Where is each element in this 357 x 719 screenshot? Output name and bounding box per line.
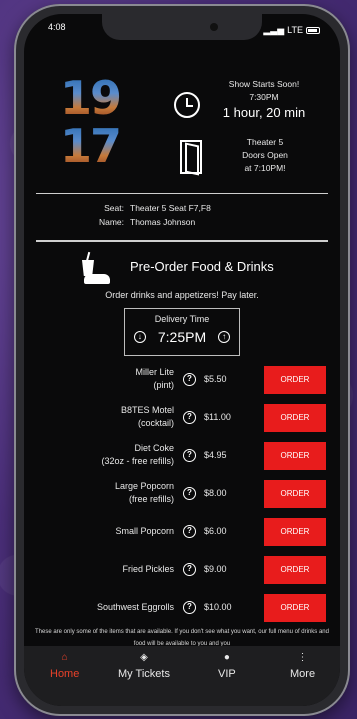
status-time: 4:08 <box>48 22 66 32</box>
info-icon[interactable]: ? <box>183 487 196 500</box>
tab-my-tickets[interactable]: ◈ My Tickets <box>118 652 170 680</box>
time-down-icon[interactable]: ↓ <box>133 331 146 343</box>
delivery-time-value: 7:25PM <box>157 329 207 345</box>
menu-disclaimer: These are only some of the items that ar… <box>35 629 329 646</box>
movie-poster[interactable]: 19 17 <box>60 71 122 184</box>
food-drink-icon <box>80 251 112 284</box>
preorder-title: Pre-Order Food & Drinks <box>130 259 274 274</box>
theater-info: Theater 5 Doors Open at 7:10PM! <box>220 136 310 175</box>
info-icon[interactable]: ? <box>183 525 196 538</box>
menu-item: Small Popcorn ? $6.00 ORDER <box>24 516 340 548</box>
item-price: $9.00 <box>204 564 227 574</box>
item-detail: (32oz - free refills) <box>101 456 174 466</box>
showtime-info: Show Starts Soon! 7:30PM 1 hour, 20 min <box>204 78 324 121</box>
doors-open-label: Doors Open <box>242 150 288 160</box>
order-button[interactable]: ORDER <box>264 480 326 508</box>
app-screen: 4:08 ▂▃▅ LTE 19 17 Show Starts Soon! 7:3… <box>24 14 340 706</box>
tab-vip[interactable]: ● VIP <box>218 652 236 680</box>
item-name: Large Popcorn <box>114 481 174 491</box>
tab-more[interactable]: ⋮ More <box>290 652 315 680</box>
home-icon: ⌂ <box>61 652 68 663</box>
item-name: B8TES Motel <box>120 405 174 415</box>
show-header: 19 17 Show Starts Soon! 7:30PM 1 hour, 2… <box>24 54 340 186</box>
item-price: $4.95 <box>204 450 227 460</box>
menu-item: Large Popcorn (free refills) ? $8.00 ORD… <box>24 478 340 510</box>
seat-info: Seat: Theater 5 Seat F7,F8 Name: Thomas … <box>24 201 340 229</box>
order-button[interactable]: ORDER <box>264 404 326 432</box>
item-price: $6.00 <box>204 526 227 536</box>
menu-item: Diet Coke (32oz - free refills) ? $4.95 … <box>24 440 340 472</box>
signal-icon: ▂▃▅ <box>263 24 285 35</box>
item-name: Miller Lite <box>135 367 174 377</box>
show-time: 7:30PM <box>249 92 279 102</box>
info-icon[interactable]: ? <box>183 373 196 386</box>
divider <box>36 240 328 242</box>
clock-icon <box>174 92 200 118</box>
seat-value: Theater 5 Seat F7,F8 <box>130 203 211 213</box>
tab-label: My Tickets <box>118 668 170 680</box>
order-button[interactable]: ORDER <box>264 594 326 622</box>
tab-label: VIP <box>218 668 236 680</box>
battery-icon <box>306 26 320 34</box>
bottom-tab-bar: ⌂ Home ◈ My Tickets ● VIP ⋮ More <box>24 646 340 706</box>
network-label: LTE <box>287 25 303 35</box>
menu-item: Fried Pickles ? $9.00 ORDER <box>24 554 340 586</box>
item-name: Southwest Eggrolls <box>96 602 174 612</box>
item-detail: (pint) <box>153 380 174 390</box>
show-starts-label: Show Starts Soon! <box>228 79 300 89</box>
menu-item: B8TES Motel (cocktail) ? $11.00 ORDER <box>24 402 340 434</box>
info-icon[interactable]: ? <box>183 601 196 614</box>
item-price: $8.00 <box>204 488 227 498</box>
info-icon[interactable]: ? <box>183 449 196 462</box>
divider <box>36 193 328 194</box>
item-price: $11.00 <box>204 412 231 422</box>
item-detail: (free refills) <box>128 494 174 504</box>
item-name: Fried Pickles <box>122 564 174 574</box>
poster-bottom-number: 17 <box>60 119 122 173</box>
more-icon: ⋮ <box>297 652 308 663</box>
status-bar: 4:08 ▂▃▅ LTE <box>48 22 320 38</box>
order-button[interactable]: ORDER <box>264 556 326 584</box>
item-price: $10.00 <box>204 602 232 612</box>
tab-label: Home <box>50 668 80 680</box>
item-name: Small Popcorn <box>115 526 174 536</box>
item-price: $5.50 <box>204 374 227 384</box>
poster-top-number: 19 <box>60 71 122 125</box>
theater-name: Theater 5 <box>246 137 284 147</box>
name-value: Thomas Johnson <box>130 217 196 227</box>
show-countdown: 1 hour, 20 min <box>222 105 306 120</box>
preorder-subtitle: Order drinks and appetizers! Pay later. <box>105 290 259 300</box>
person-icon: ● <box>223 652 230 663</box>
item-name: Diet Coke <box>134 443 174 453</box>
time-up-icon[interactable]: ↑ <box>218 331 231 343</box>
tab-label: More <box>290 668 316 680</box>
item-detail: (cocktail) <box>137 418 174 428</box>
doors-open-time: at 7:10PM! <box>244 163 286 173</box>
ticket-icon: ◈ <box>140 652 148 663</box>
order-button[interactable]: ORDER <box>264 366 326 394</box>
tab-home[interactable]: ⌂ Home <box>50 652 79 680</box>
seat-label: Seat: <box>104 203 124 213</box>
info-icon[interactable]: ? <box>183 563 196 576</box>
menu-item: Southwest Eggrolls ? $10.00 ORDER <box>24 592 340 624</box>
phone-frame: 4:08 ▂▃▅ LTE 19 17 Show Starts Soon! 7:3… <box>14 4 350 716</box>
info-icon[interactable]: ? <box>183 411 196 424</box>
order-button[interactable]: ORDER <box>264 442 326 470</box>
name-label: Name: <box>98 217 124 227</box>
order-button[interactable]: ORDER <box>264 518 326 546</box>
delivery-time-picker: Delivery Time ↓ 7:25PM ↑ <box>124 308 240 356</box>
delivery-time-label: Delivery Time <box>154 314 210 324</box>
door-icon <box>180 140 202 174</box>
menu-item: Miller Lite (pint) ? $5.50 ORDER <box>24 364 340 396</box>
